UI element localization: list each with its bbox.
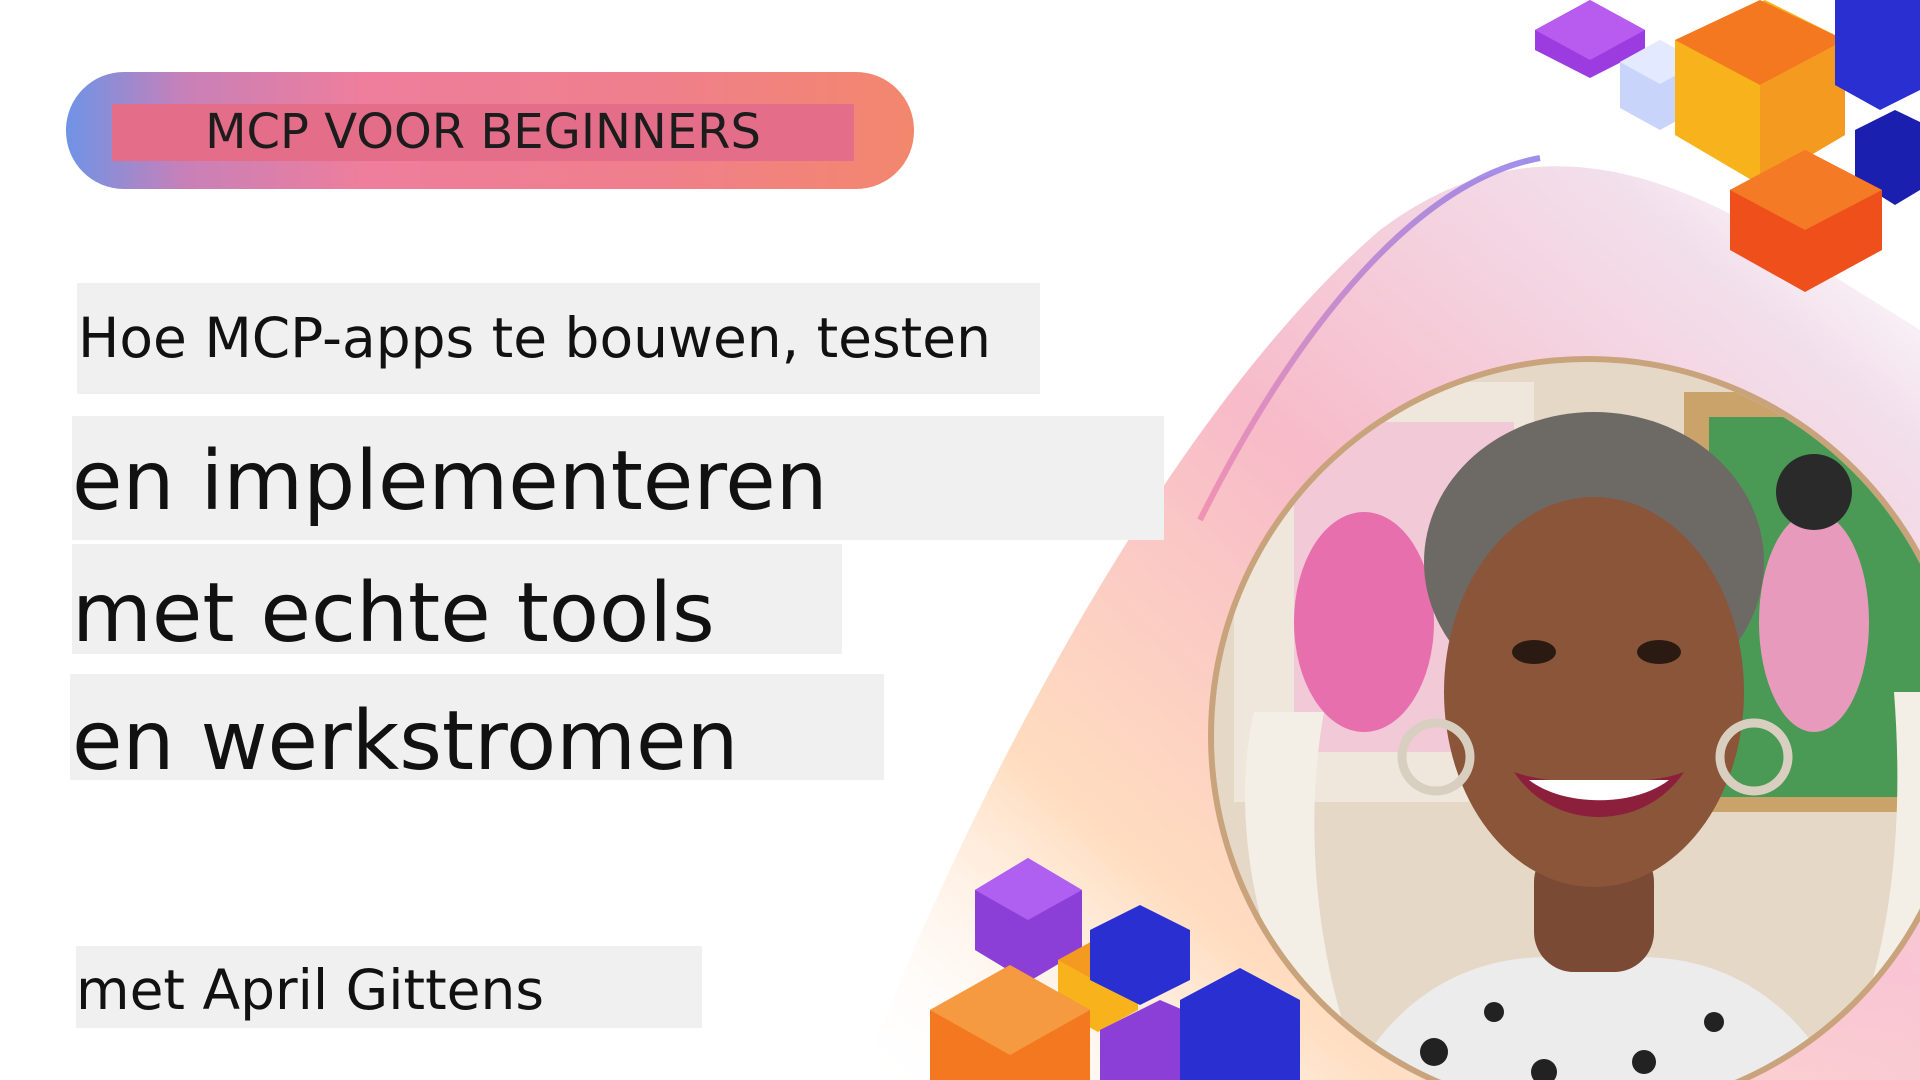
hexagon-cube-cluster-top-icon bbox=[1535, 0, 1920, 292]
series-badge-label: MCP VOOR BEGINNERS bbox=[205, 104, 761, 160]
title-line-2: en implementeren bbox=[72, 434, 828, 529]
title-line-3: met echte tools bbox=[72, 566, 715, 661]
presenter-photo bbox=[1208, 356, 1920, 1080]
title-line-4: en werkstromen bbox=[72, 694, 739, 789]
title-line-1: Hoe MCP-apps te bouwen, testen bbox=[78, 306, 991, 370]
presenter-byline: met April Gittens bbox=[76, 958, 545, 1022]
presenter-portrait-illustration bbox=[1214, 362, 1920, 1080]
